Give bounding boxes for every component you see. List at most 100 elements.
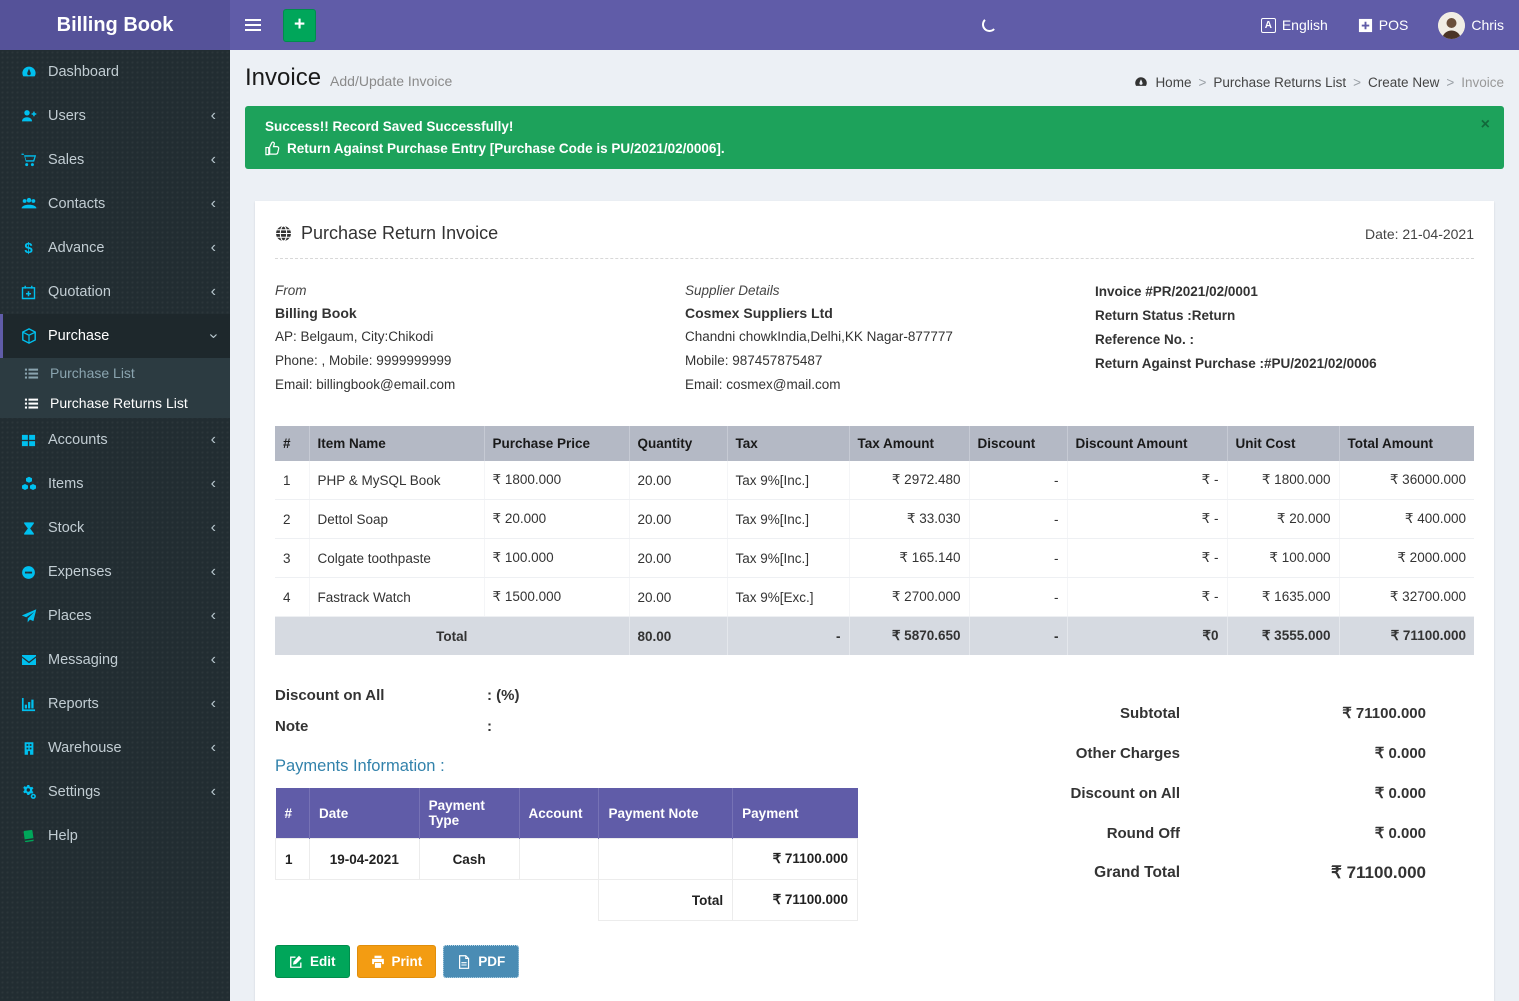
navbar: + A English POS Chris (230, 0, 1519, 50)
purchase-submenu: Purchase List Purchase Returns List (0, 358, 230, 418)
from-address: AP: Belgaum, City:Chikodi (275, 328, 685, 345)
sidebar-item-messaging[interactable]: Messaging ‹ (0, 638, 230, 682)
return-status: Return Status :Return (1095, 307, 1474, 324)
from-phone: Phone: , Mobile: 9999999999 (275, 352, 685, 369)
envelope-icon (20, 652, 37, 668)
sidebar-item-stock[interactable]: Stock ‹ (0, 506, 230, 550)
dashboard-icon (20, 64, 37, 80)
payments-total-row: Total ₹ 71100.000 (276, 880, 858, 921)
chevron-left-icon: ‹ (211, 696, 216, 712)
paper-plane-icon (20, 608, 37, 624)
sidebar-item-help[interactable]: Help (0, 814, 230, 858)
navbar-right: A English POS Chris (1246, 0, 1519, 50)
chevron-left-icon: ‹ (211, 432, 216, 448)
success-alert: Success!! Record Saved Successfully! Ret… (245, 106, 1504, 169)
chevron-left-icon: ‹ (211, 152, 216, 168)
plus-square-icon (1358, 18, 1373, 33)
invoice-parties: From Billing Book AP: Belgaum, City:Chik… (275, 283, 1474, 400)
breadcrumb-invoice: Invoice (1461, 75, 1504, 90)
user-plus-icon (20, 108, 37, 124)
loading-spinner-icon (982, 17, 997, 32)
print-button[interactable]: Print (357, 945, 437, 978)
reference-number: Reference No. : (1095, 331, 1474, 348)
sidebar-item-advance[interactable]: $ Advance ‹ (0, 226, 230, 270)
invoice-card-header: Purchase Return Invoice Date: 21-04-2021 (275, 223, 1474, 259)
return-against-purchase: Return Against Purchase :#PU/2021/02/000… (1095, 355, 1474, 372)
sidebar-toggle-button[interactable] (230, 0, 276, 50)
thumbs-up-icon (265, 141, 280, 156)
items-table-total-row: Total 80.00 - ₹ 5870.650 - ₹0 ₹ 3555.000… (275, 617, 1474, 656)
from-name: Billing Book (275, 305, 685, 321)
summary-row: Discount on All ₹ 0.000 (1028, 773, 1426, 813)
quick-add-button[interactable]: + (283, 9, 316, 42)
supplier-email: Email: cosmex@mail.com (685, 376, 1095, 393)
cart-icon (20, 152, 37, 168)
sidebar-item-users[interactable]: Users ‹ (0, 94, 230, 138)
edit-icon (289, 955, 303, 969)
action-buttons: Edit Print PDF (275, 945, 1028, 978)
hourglass-icon (20, 521, 37, 536)
sidebar-item-accounts[interactable]: Accounts ‹ (0, 418, 230, 462)
chevron-left-icon: ‹ (211, 564, 216, 580)
chevron-left-icon: ‹ (211, 740, 216, 756)
brand-logo[interactable]: Billing Book (0, 0, 230, 50)
sidebar-item-purchase-returns-list[interactable]: Purchase Returns List (0, 388, 230, 418)
page-subtitle: Add/Update Invoice (330, 67, 452, 89)
payments-section: Discount on All : (%) Note : Payments In… (275, 687, 1028, 978)
page-title: Invoice (245, 64, 321, 92)
sidebar-item-contacts[interactable]: Contacts ‹ (0, 182, 230, 226)
pos-button[interactable]: POS (1343, 0, 1424, 50)
language-menu[interactable]: A English (1246, 0, 1343, 50)
discount-on-all-row: Discount on All : (%) (275, 687, 1028, 704)
avatar (1438, 12, 1465, 39)
user-menu[interactable]: Chris (1423, 0, 1519, 50)
sidebar-item-warehouse[interactable]: Warehouse ‹ (0, 726, 230, 770)
payments-heading: Payments Information : (275, 757, 1028, 776)
printer-icon (371, 955, 385, 969)
alert-line1: Success!! Record Saved Successfully! (265, 119, 1464, 134)
invoice-meta-block: Invoice #PR/2021/02/0001 Return Status :… (1095, 283, 1474, 400)
breadcrumb-home[interactable]: Home (1155, 75, 1191, 90)
edit-button[interactable]: Edit (275, 945, 350, 978)
from-block: From Billing Book AP: Belgaum, City:Chik… (275, 283, 685, 400)
book-icon (20, 829, 37, 844)
sidebar-item-quotation[interactable]: Quotation ‹ (0, 270, 230, 314)
language-icon: A (1261, 18, 1276, 33)
chevron-left-icon: ‹ (211, 476, 216, 492)
sidebar-item-items[interactable]: Items ‹ (0, 462, 230, 506)
breadcrumb: Home > Purchase Returns List > Create Ne… (1134, 67, 1504, 90)
alert-line2: Return Against Purchase Entry [Purchase … (265, 141, 1464, 156)
table-row: 3 Colgate toothpaste ₹ 100.000 20.00 Tax… (275, 539, 1474, 578)
sidebar-item-places[interactable]: Places ‹ (0, 594, 230, 638)
invoice-card: Purchase Return Invoice Date: 21-04-2021… (255, 201, 1494, 1001)
chevron-left-icon: ‹ (211, 652, 216, 668)
invoice-title: Purchase Return Invoice (301, 223, 498, 244)
sidebar-item-expenses[interactable]: Expenses ‹ (0, 550, 230, 594)
breadcrumb-purchase-returns-list[interactable]: Purchase Returns List (1213, 75, 1346, 90)
supplier-block: Supplier Details Cosmex Suppliers Ltd Ch… (685, 283, 1095, 400)
home-icon (1134, 75, 1148, 89)
dollar-icon: $ (20, 241, 37, 256)
sidebar-item-purchase[interactable]: Purchase ‹ (0, 314, 230, 358)
sidebar-item-dashboard[interactable]: Dashboard (0, 50, 230, 94)
pdf-button[interactable]: PDF (443, 945, 519, 978)
sidebar-item-settings[interactable]: Settings ‹ (0, 770, 230, 814)
breadcrumb-create-new[interactable]: Create New (1368, 75, 1439, 90)
table-row: 1 19-04-2021 Cash ₹ 71100.000 (276, 839, 858, 880)
sidebar-item-reports[interactable]: Reports ‹ (0, 682, 230, 726)
close-icon[interactable]: × (1481, 116, 1490, 134)
payments-table: # Date Payment Type Account Payment Note… (275, 788, 858, 921)
sidebar-item-sales[interactable]: Sales ‹ (0, 138, 230, 182)
table-row: 4 Fastrack Watch ₹ 1500.000 20.00 Tax 9%… (275, 578, 1474, 617)
grid-icon (20, 433, 37, 448)
summary-row: Subtotal ₹ 71100.000 (1028, 693, 1426, 733)
supplier-mobile: Mobile: 987457875487 (685, 352, 1095, 369)
chevron-left-icon: ‹ (211, 196, 216, 212)
main-content: Invoice Add/Update Invoice Home > Purcha… (230, 50, 1519, 1001)
chevron-down-icon: ‹ (205, 333, 221, 338)
grand-total-row: Grand Total ₹ 71100.000 (1028, 853, 1426, 893)
supplier-name: Cosmex Suppliers Ltd (685, 305, 1095, 321)
sidebar-item-purchase-list[interactable]: Purchase List (0, 358, 230, 388)
list-icon (24, 396, 40, 411)
from-email: Email: billingbook@email.com (275, 376, 685, 393)
